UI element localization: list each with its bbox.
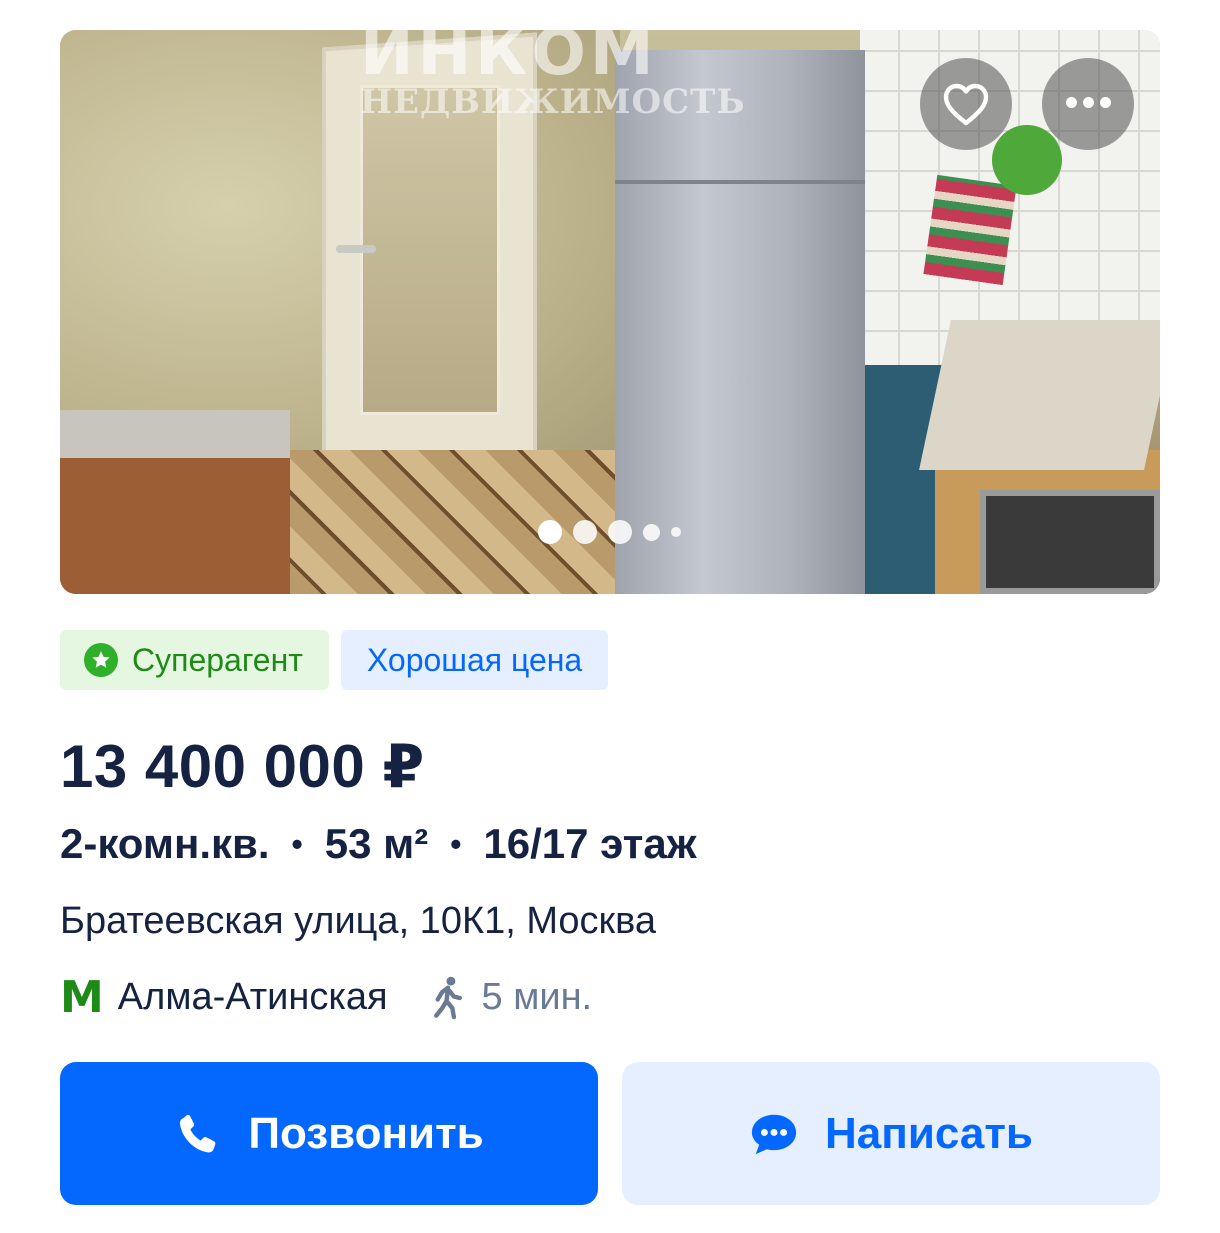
floor: 16/17 этаж (483, 820, 697, 867)
star-icon (84, 643, 118, 677)
listing-params: 2-комн.кв. • 53 м² • 16/17 этаж (60, 820, 697, 868)
listing-photo[interactable]: ИНКОМ НЕДВИЖИМОСТЬ (60, 30, 1160, 594)
area: 53 м² (324, 820, 429, 867)
chat-icon (751, 1114, 797, 1154)
gallery-dot[interactable] (573, 520, 597, 544)
badges: Суперагент Хорошая цена (60, 630, 609, 690)
call-label: Позвонить (248, 1108, 484, 1158)
photo-colander (992, 125, 1062, 195)
listing-address: Братеевская улица, 10К1, Москва (60, 900, 657, 942)
phone-icon (180, 1114, 216, 1152)
favorite-button[interactable] (920, 58, 1012, 150)
separator: • (450, 825, 462, 862)
separator: • (291, 825, 303, 862)
good-price-badge: Хорошая цена (340, 630, 609, 690)
more-button[interactable] (1042, 58, 1134, 150)
gallery-dot-active[interactable] (538, 520, 562, 544)
write-label: Написать (825, 1108, 1033, 1158)
gallery-pagination (538, 520, 681, 544)
walk-time: 5 мин. (481, 976, 593, 1018)
metro-station: Алма-Атинская (117, 976, 388, 1018)
gallery-dot[interactable] (608, 520, 632, 544)
photo-counter (919, 320, 1160, 470)
metro-icon: М (60, 972, 104, 1023)
good-price-label: Хорошая цена (366, 641, 583, 678)
write-button[interactable]: Написать (622, 1062, 1160, 1205)
photo-door-glass (360, 85, 500, 415)
rooms: 2-комн.кв. (60, 820, 270, 867)
photo-fridge (615, 50, 865, 594)
call-button[interactable]: Позвонить (60, 1062, 598, 1205)
more-icon (1063, 95, 1114, 113)
watermark-brand: ИНКОМ (360, 30, 658, 90)
metro-info: М Алма-Атинская 5 мин. (60, 972, 592, 1023)
photo-door-handle (336, 245, 376, 253)
photo-fridge-line (615, 180, 865, 184)
photo-cabinet (60, 410, 290, 594)
gallery-dot[interactable] (671, 527, 681, 537)
photo-towel (923, 174, 1017, 286)
listing-price: 13 400 000 ₽ (60, 733, 425, 800)
watermark-text: НЕДВИЖИМОСТЬ (360, 82, 746, 122)
photo-sink (980, 490, 1160, 594)
heart-icon (943, 83, 989, 126)
superagent-label: Суперагент (132, 641, 303, 678)
superagent-badge: Суперагент (60, 630, 329, 690)
walk-icon (433, 976, 462, 1019)
gallery-dot[interactable] (643, 523, 660, 541)
